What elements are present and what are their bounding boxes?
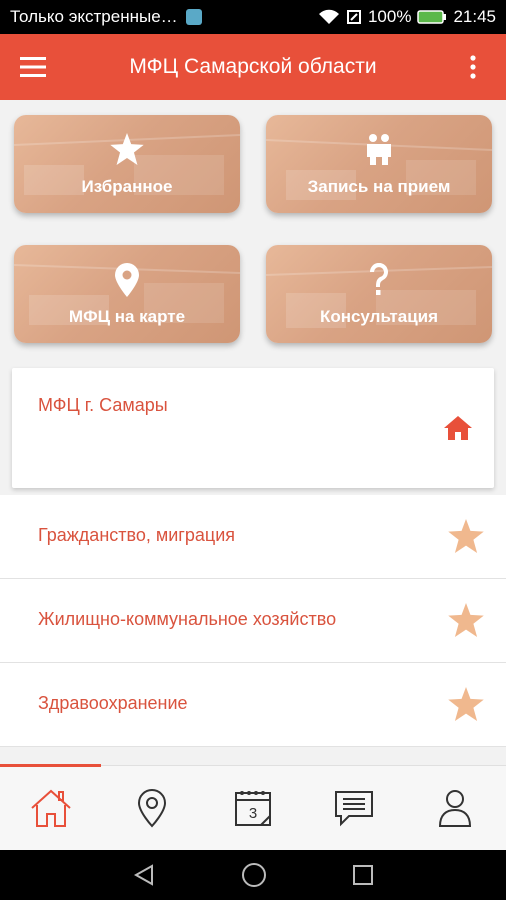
nav-map[interactable]	[101, 766, 202, 850]
tile-label: Запись на прием	[307, 177, 451, 196]
tile-appointment[interactable]: Запись на прием	[266, 115, 492, 213]
app-bar: МФЦ Самарской области	[0, 34, 506, 100]
back-icon[interactable]	[132, 863, 156, 887]
calendar-day-number: 3	[249, 805, 257, 822]
tile-label: Избранное	[81, 177, 173, 196]
star-icon[interactable]	[448, 519, 484, 553]
category-list: Гражданство, миграция Жилищно-коммунальн…	[0, 495, 506, 747]
tile-favorites[interactable]: Избранное	[14, 115, 240, 213]
main-content: Избранное Запись на прием МФЦ на карте К…	[0, 100, 506, 765]
map-pin-icon	[137, 788, 166, 828]
bottom-navigation: 3	[0, 764, 506, 850]
status-bar: Только экстренные… 100% 21:45	[0, 0, 506, 34]
menu-button[interactable]	[0, 34, 66, 100]
question-icon	[369, 263, 388, 295]
tile-map[interactable]: МФЦ на карте	[14, 245, 240, 343]
chat-icon	[335, 791, 374, 827]
clock: 21:45	[453, 7, 496, 26]
tile-label: МФЦ на карте	[68, 307, 186, 326]
star-icon	[110, 133, 144, 165]
tile-label: Консультация	[319, 307, 439, 326]
calendar-icon: 3	[235, 791, 271, 826]
list-item[interactable]: Гражданство, миграция	[0, 495, 506, 579]
page-title: МФЦ Самарской области	[129, 55, 377, 78]
star-icon[interactable]	[448, 603, 484, 637]
battery-percent: 100%	[367, 7, 412, 26]
more-options-button[interactable]	[440, 34, 506, 100]
home-icon[interactable]	[444, 416, 472, 440]
tile-consultation[interactable]: Консультация	[266, 245, 492, 343]
nav-calendar[interactable]: 3	[202, 766, 303, 850]
home-circle-icon[interactable]	[241, 862, 267, 888]
hamburger-icon	[20, 57, 46, 77]
battery-icon	[417, 10, 447, 24]
star-icon[interactable]	[448, 687, 484, 721]
system-navigation-bar	[0, 850, 506, 900]
wifi-icon	[318, 9, 339, 24]
active-tab-indicator	[0, 764, 101, 767]
selected-office-label: МФЦ г. Самары	[38, 395, 168, 415]
signal-icon	[346, 10, 361, 24]
notification-text: Только экстренные…	[10, 7, 178, 26]
recents-icon[interactable]	[352, 864, 374, 886]
selected-office-card[interactable]: МФЦ г. Самары	[12, 368, 494, 488]
list-item[interactable]: Жилищно-коммунальное хозяйство	[0, 579, 506, 663]
profile-icon	[439, 790, 472, 827]
location-pin-icon	[115, 263, 139, 297]
nav-profile[interactable]	[405, 766, 506, 850]
people-icon	[367, 134, 391, 165]
category-label: Здравоохранение	[38, 693, 188, 713]
category-label: Гражданство, миграция	[38, 525, 235, 545]
nav-home[interactable]	[0, 766, 101, 850]
more-vertical-icon	[470, 55, 476, 79]
nav-chat[interactable]	[304, 766, 405, 850]
app-notification-icon	[185, 9, 202, 25]
list-item[interactable]: Здравоохранение	[0, 663, 506, 747]
category-label: Жилищно-коммунальное хозяйство	[38, 609, 337, 629]
home-icon	[30, 789, 71, 827]
